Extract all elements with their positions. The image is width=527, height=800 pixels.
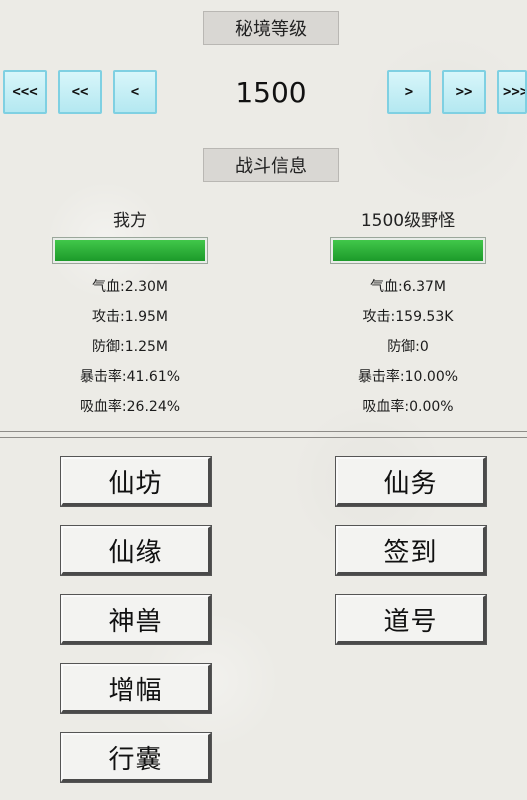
player-attack-stat: 攻击:1.95M — [92, 309, 168, 325]
enemy-hp-stat: 气血:6.37M — [370, 279, 446, 295]
daohao-button[interactable]: 道号 — [335, 594, 487, 645]
enemy-hp-bar — [330, 237, 486, 264]
next-level-button[interactable]: > — [387, 70, 431, 114]
player-hp-stat: 气血:2.30M — [92, 279, 168, 295]
xianyuan-button[interactable]: 仙缘 — [60, 525, 212, 576]
enemy-crit-stat: 暴击率:10.00% — [357, 369, 459, 385]
enemy-attack-stat: 攻击:159.53K — [362, 309, 454, 325]
player-crit-stat: 暴击率:41.61% — [79, 369, 181, 385]
first-level-button[interactable]: <<< — [3, 70, 47, 114]
enemy-lifesteal-stat: 吸血率:0.00% — [362, 399, 454, 415]
shenshou-button[interactable]: 神兽 — [60, 594, 212, 645]
level-section-header-label: 秘境等级 — [235, 19, 307, 40]
zengfu-button[interactable]: 增幅 — [60, 663, 212, 714]
level-section-header: 秘境等级 — [203, 11, 339, 45]
xingnang-button[interactable]: 行囊 — [60, 732, 212, 783]
player-hp-bar — [52, 237, 208, 264]
player-lifesteal-stat: 吸血率:26.24% — [79, 399, 181, 415]
level-value: 1500 — [235, 76, 307, 109]
xianfang-button[interactable]: 仙坊 — [60, 456, 212, 507]
fast-prev-level-button[interactable]: << — [58, 70, 102, 114]
last-level-button[interactable]: >>> — [497, 70, 527, 114]
player-title: 我方 — [113, 211, 147, 231]
xianwu-button[interactable]: 仙务 — [335, 456, 487, 507]
enemy-defense-stat: 防御:0 — [387, 339, 429, 355]
section-divider-bottom — [0, 437, 527, 438]
battle-section-header: 战斗信息 — [203, 148, 339, 182]
enemy-title: 1500级野怪 — [360, 211, 456, 231]
enemy-hp-fill — [333, 240, 483, 261]
player-hp-fill — [55, 240, 205, 261]
battle-section-header-label: 战斗信息 — [235, 156, 307, 177]
fast-next-level-button[interactable]: >> — [442, 70, 486, 114]
qiandao-button[interactable]: 签到 — [335, 525, 487, 576]
section-divider-top — [0, 431, 527, 432]
prev-level-button[interactable]: < — [113, 70, 157, 114]
player-defense-stat: 防御:1.25M — [92, 339, 168, 355]
